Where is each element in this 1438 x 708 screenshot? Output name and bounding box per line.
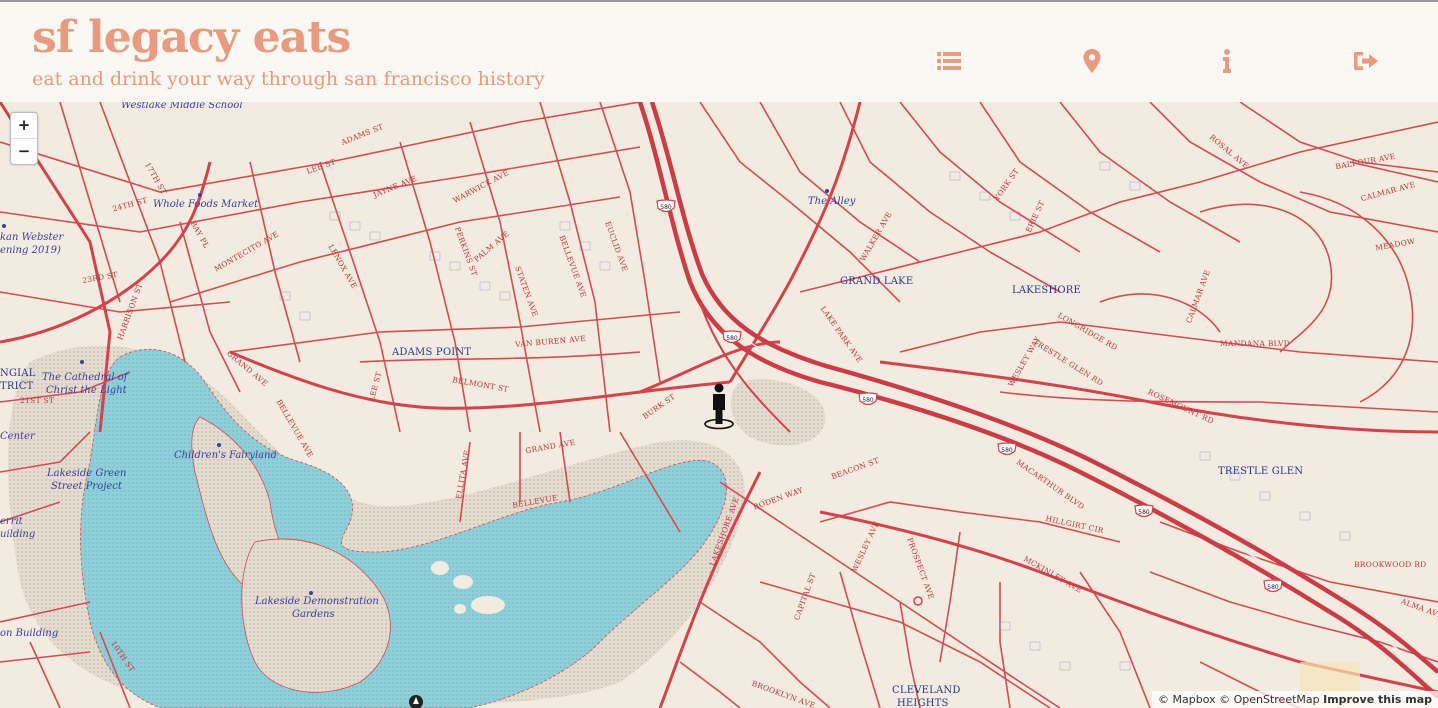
zoom-in-button[interactable]: + <box>11 113 37 138</box>
area-label: GRAND LAKE <box>840 276 914 287</box>
svg-text:580: 580 <box>1267 584 1279 591</box>
poi-label[interactable]: Children's Fairyland <box>174 450 277 462</box>
info-icon <box>1223 49 1231 73</box>
poi-label[interactable]: The Cathedral of <box>42 372 127 384</box>
site-header: sf legacy eats eat and drink your way th… <box>0 2 1438 102</box>
area-label: ADAMS POINT <box>392 347 472 358</box>
area-label: CLEVELAND <box>892 685 961 696</box>
poi-label: Christ the Light <box>46 385 127 396</box>
svg-text:580: 580 <box>1001 447 1013 454</box>
highway-580-shield: 580 <box>997 442 1017 456</box>
poi-label[interactable]: kan Webster <box>0 232 63 244</box>
site-title[interactable]: sf legacy eats <box>32 10 351 66</box>
district-label: NGIAL <box>0 368 36 379</box>
poi-label: uilding <box>0 529 36 540</box>
poi-label[interactable]: errit <box>0 516 23 528</box>
highway-580-shield: 580 <box>656 199 676 213</box>
street-label: 21ST ST <box>20 396 55 405</box>
sign-out-button[interactable] <box>1351 46 1381 76</box>
improve-map-link[interactable]: Improve this map <box>1323 693 1432 706</box>
poi-label[interactable]: Center <box>0 431 35 443</box>
user-location-icon[interactable] <box>702 382 736 430</box>
poi-label: Gardens <box>292 609 335 620</box>
compass-icon[interactable] <box>408 694 424 708</box>
highway-580-shield: 580 <box>1263 579 1283 593</box>
poi-label[interactable]: The Alley <box>808 196 855 208</box>
map-pin-button[interactable] <box>1077 46 1107 76</box>
district-label: TRICT <box>0 381 34 392</box>
poi-label: ening 2019) <box>0 245 61 256</box>
area-label: HEIGHTS <box>897 698 949 708</box>
sign-out-icon <box>1354 52 1378 70</box>
svg-text:580: 580 <box>1138 509 1150 516</box>
highway-580-shield: 580 <box>858 392 878 406</box>
poi-label[interactable]: on Building <box>0 628 58 640</box>
street-label: BROOKWOOD RD <box>1354 560 1427 569</box>
poi-label[interactable]: Whole Foods Market <box>153 199 258 211</box>
map-pin-icon <box>1083 49 1101 73</box>
site-subtitle: eat and drink your way through san franc… <box>32 68 545 90</box>
poi-label[interactable]: Lakeside Demonstration <box>255 596 379 608</box>
highway-580-shield: 580 <box>1134 504 1154 518</box>
area-label: TRESTLE GLEN <box>1218 466 1304 477</box>
zoom-control: + − <box>10 112 38 165</box>
list-button[interactable] <box>934 46 964 76</box>
svg-text:580: 580 <box>726 335 738 342</box>
mapbox-attribution-link[interactable]: © Mapbox <box>1158 693 1216 706</box>
poi-label: Street Project <box>51 481 122 492</box>
map-attribution: © Mapbox © OpenStreetMap Improve this ma… <box>1152 691 1438 708</box>
poi-label[interactable]: Lakeside Green <box>47 468 126 480</box>
map-canvas[interactable]: 580 580 580 580 580 580 ADAMS POINT GRAN… <box>0 102 1438 708</box>
info-button[interactable] <box>1212 46 1242 76</box>
zoom-out-button[interactable]: − <box>11 138 37 164</box>
svg-text:580: 580 <box>660 204 672 211</box>
svg-text:580: 580 <box>862 397 874 404</box>
osm-attribution-link[interactable]: © OpenStreetMap <box>1219 693 1320 706</box>
highway-580-shield: 580 <box>722 330 742 344</box>
list-icon <box>937 52 961 70</box>
street-label: MANDANA BLVD <box>1220 339 1291 348</box>
poi-label[interactable]: Westlake Middle School <box>121 102 243 112</box>
area-label: LAKESHORE <box>1012 285 1082 296</box>
